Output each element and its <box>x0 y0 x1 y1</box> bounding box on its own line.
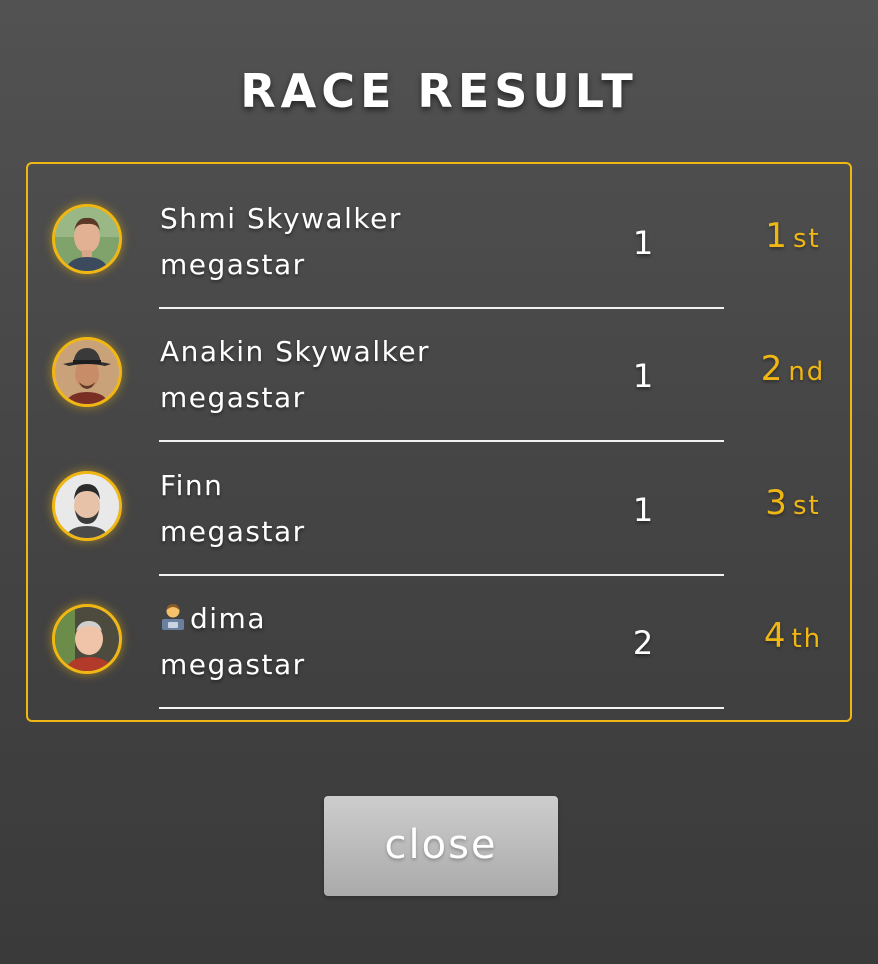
player-rank-label: megastar <box>160 248 306 281</box>
place-badge: 4th <box>743 616 843 656</box>
place-suffix: nd <box>788 357 826 387</box>
player-rank-label: megastar <box>160 515 306 548</box>
player-score: 1 <box>632 357 654 395</box>
place-number: 4 <box>763 616 786 656</box>
avatar <box>52 204 122 274</box>
player-name: Finn <box>160 469 224 502</box>
player-score: 1 <box>632 224 654 262</box>
technologist-emoji-icon <box>160 603 186 631</box>
result-row: Anakin Skywalker megastar 1 2nd <box>28 297 854 442</box>
player-name: Shmi Skywalker <box>160 202 402 235</box>
place-suffix: st <box>792 224 821 254</box>
result-row: Finn megastar 1 3st <box>28 431 854 576</box>
player-rank-label: megastar <box>160 648 306 681</box>
place-suffix: th <box>791 624 823 654</box>
player-name: dima <box>160 602 266 635</box>
player-name: Anakin Skywalker <box>160 335 431 368</box>
close-button[interactable]: close <box>324 796 558 896</box>
place-suffix: st <box>792 491 821 521</box>
player-rank-label: megastar <box>160 381 306 414</box>
place-badge: 3st <box>743 483 843 523</box>
place-number: 3 <box>765 483 787 523</box>
place-badge: 2nd <box>743 349 843 389</box>
row-divider <box>159 707 724 709</box>
place-badge: 1st <box>743 216 843 256</box>
place-number: 2 <box>760 349 783 389</box>
page-title: RACE RESULT <box>240 64 638 118</box>
result-row: Shmi Skywalker megastar 1 1st <box>28 164 854 309</box>
player-name-text: dima <box>190 602 266 635</box>
avatar <box>52 337 122 407</box>
avatar <box>52 604 122 674</box>
player-score: 2 <box>632 624 654 662</box>
avatar <box>52 471 122 541</box>
player-score: 1 <box>632 491 654 529</box>
place-number: 1 <box>765 216 787 256</box>
result-row: dima megastar 2 4th <box>28 564 854 709</box>
results-panel: Shmi Skywalker megastar 1 1st Anakin Sky… <box>26 162 852 722</box>
